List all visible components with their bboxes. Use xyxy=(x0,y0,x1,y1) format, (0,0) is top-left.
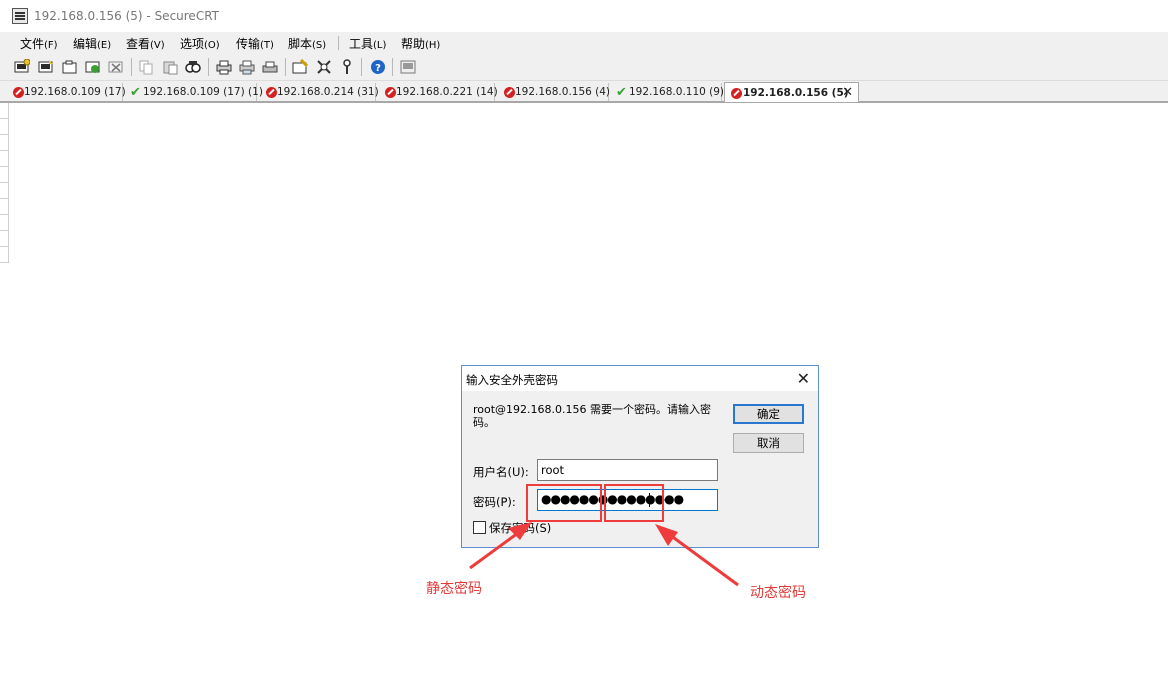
static-password-arrow xyxy=(469,522,532,570)
static-password-annotation: 静态密码 xyxy=(426,581,482,597)
annotation-arrows xyxy=(469,522,739,587)
dynamic-password-annotation: 动态密码 xyxy=(750,585,806,601)
dynamic-password-arrow xyxy=(655,524,739,587)
